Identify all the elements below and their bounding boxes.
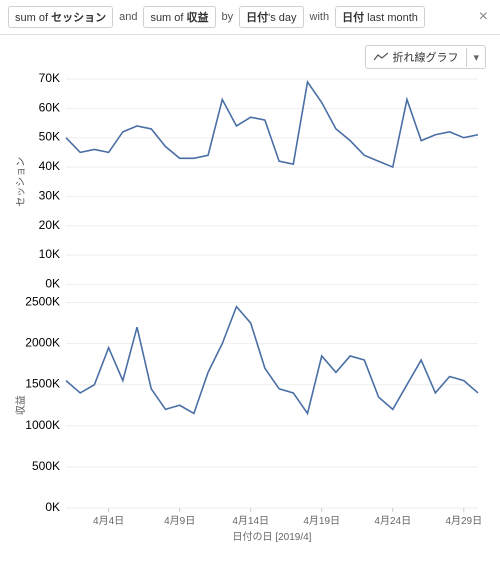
pill-bold: 日付 bbox=[342, 12, 364, 24]
svg-text:2500K: 2500K bbox=[25, 295, 60, 309]
svg-text:4月29日: 4月29日 bbox=[445, 515, 482, 527]
close-icon[interactable]: × bbox=[475, 9, 492, 25]
query-pill-revenue[interactable]: sum of 収益 bbox=[143, 6, 215, 28]
line-chart-icon bbox=[374, 52, 388, 62]
pill-bold: 収益 bbox=[187, 12, 209, 24]
query-pill-sessions[interactable]: sum of セッション bbox=[8, 6, 113, 28]
chart-canvas: 0K 10K 20K 30K 40K 50K 60K 70K セッション 0K 500K 1000K 1… bbox=[10, 43, 490, 548]
svg-text:10K: 10K bbox=[39, 247, 60, 261]
svg-text:日付の日 [2019/4]: 日付の日 [2019/4] bbox=[233, 530, 312, 543]
svg-text:4月14日: 4月14日 bbox=[232, 515, 269, 527]
svg-text:0K: 0K bbox=[45, 277, 60, 291]
svg-text:0K: 0K bbox=[45, 500, 60, 514]
query-conj-by: by bbox=[220, 11, 236, 23]
query-pill-date-day[interactable]: 日付's day bbox=[239, 6, 303, 28]
svg-text:4月24日: 4月24日 bbox=[374, 515, 411, 527]
query-conj-with: with bbox=[308, 11, 332, 23]
pill-prefix: sum of bbox=[15, 12, 51, 24]
svg-text:20K: 20K bbox=[39, 218, 60, 232]
svg-text:70K: 70K bbox=[39, 71, 60, 85]
app-window: sum of セッション and sum of 収益 by 日付's day w… bbox=[0, 0, 500, 565]
svg-text:2000K: 2000K bbox=[25, 336, 60, 350]
pill-bold: セッション bbox=[51, 12, 106, 24]
pill-bold: 日付 bbox=[246, 12, 268, 24]
query-pill-date-range[interactable]: 日付 last month bbox=[335, 6, 425, 28]
svg-text:40K: 40K bbox=[39, 159, 60, 173]
chart-type-label-wrap: 折れ線グラフ bbox=[366, 46, 466, 68]
svg-text:30K: 30K bbox=[39, 188, 60, 202]
pill-prefix: sum of bbox=[150, 12, 186, 24]
chart-type-selector[interactable]: 折れ線グラフ ▾ bbox=[365, 45, 486, 69]
query-conj-and: and bbox=[117, 11, 139, 23]
svg-text:1000K: 1000K bbox=[25, 418, 60, 432]
svg-text:50K: 50K bbox=[39, 130, 60, 144]
svg-text:60K: 60K bbox=[39, 100, 60, 114]
chevron-down-icon[interactable]: ▾ bbox=[466, 48, 485, 67]
query-bar: sum of セッション and sum of 収益 by 日付's day w… bbox=[0, 0, 500, 35]
svg-text:500K: 500K bbox=[32, 459, 60, 473]
svg-text:1500K: 1500K bbox=[25, 377, 60, 391]
chart-area: 折れ線グラフ ▾ 0K 10K 20K 30K 40K 50K 60K 70K セッション 0K 5… bbox=[0, 35, 500, 552]
pill-suffix: 's day bbox=[268, 12, 296, 24]
svg-text:4月9日: 4月9日 bbox=[164, 515, 195, 527]
chart-type-label: 折れ線グラフ bbox=[392, 49, 458, 65]
svg-text:収益: 収益 bbox=[14, 395, 27, 415]
pill-suffix: last month bbox=[364, 12, 418, 24]
svg-text:セッション: セッション bbox=[15, 157, 27, 207]
svg-text:4月19日: 4月19日 bbox=[303, 515, 340, 527]
svg-text:4月4日: 4月4日 bbox=[93, 515, 124, 527]
